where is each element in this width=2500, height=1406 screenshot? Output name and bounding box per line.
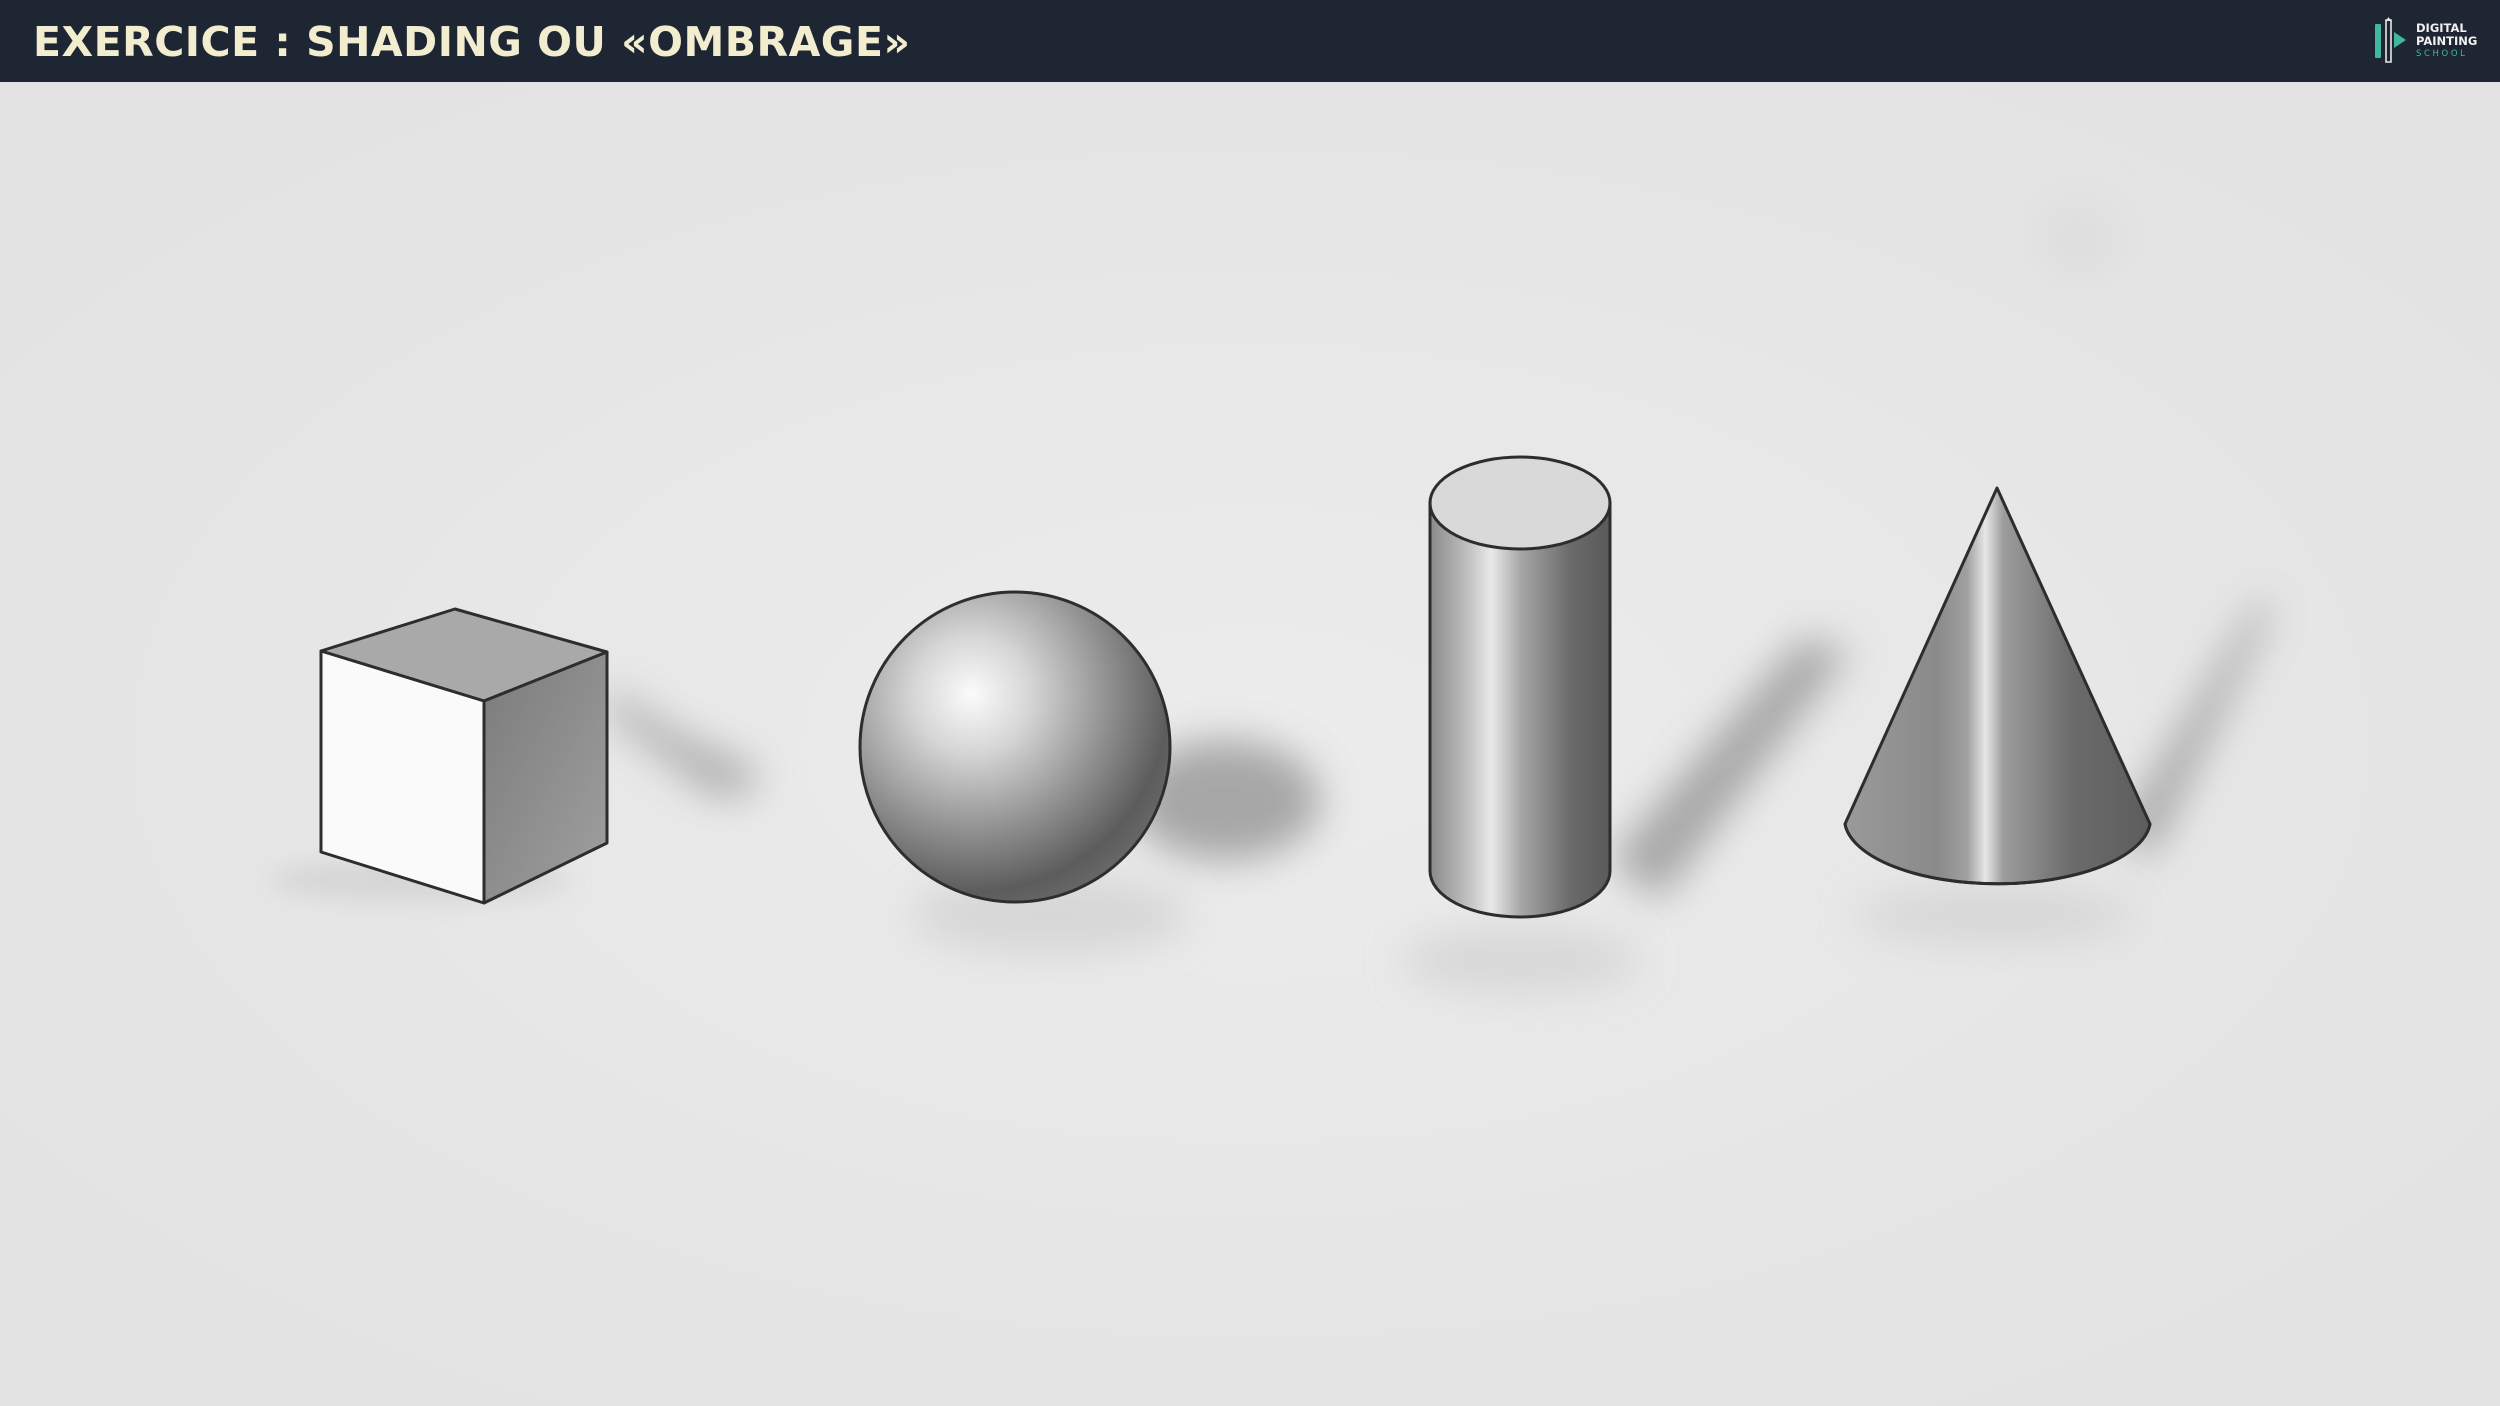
logo-text-school: SCHOOL (2416, 49, 2468, 59)
header-bar: EXERCICE : SHADING OU «OMBRAGE» DIGITAL … (0, 0, 2500, 82)
paintbrush-logo-icon (2375, 17, 2406, 63)
cone-contact-shadow (1855, 885, 2135, 945)
sphere-body (858, 590, 1172, 904)
logo-text-painting: PAINTING (2416, 34, 2478, 48)
page-title: EXERCICE : SHADING OU «OMBRAGE» (33, 18, 911, 66)
cylinder-top (1428, 455, 1612, 551)
background-smudge (2036, 202, 2120, 278)
cylinder-body (1428, 501, 1612, 919)
cylinder-contact-shadow (1400, 926, 1640, 994)
digital-painting-school-logo: DIGITAL PAINTING SCHOOL (2372, 14, 2482, 68)
shading-illustration (0, 82, 2500, 1406)
